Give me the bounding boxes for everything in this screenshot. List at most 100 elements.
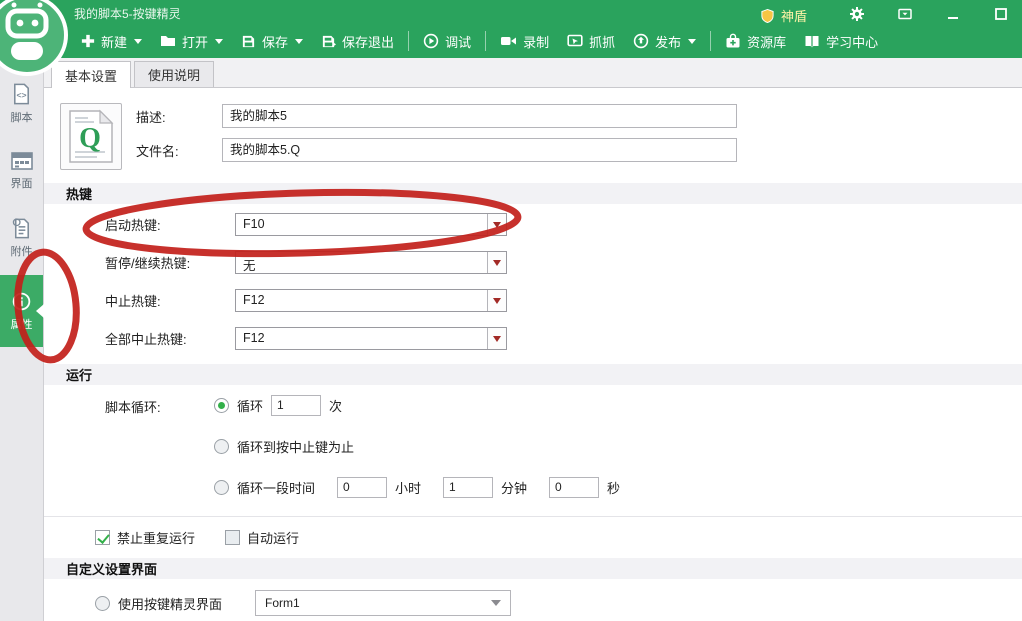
- no-repeat-run-checkbox[interactable]: 禁止重复运行: [95, 528, 195, 547]
- plus-icon: [81, 34, 95, 48]
- maximize-icon[interactable]: [992, 5, 1010, 23]
- titlebar: 我的脚本5-按键精灵 神盾 新建: [0, 0, 1022, 58]
- publish-button[interactable]: 发布: [624, 28, 705, 55]
- book-icon: [804, 34, 820, 49]
- hotkeys-section-header: 热键: [44, 183, 1022, 204]
- toolbar: 新建 打开 保存 保存退出 调试 录制: [72, 26, 1022, 56]
- loop-until-stop-radio[interactable]: [214, 439, 229, 454]
- dropdown-arrow-icon: [487, 252, 506, 273]
- dropdown-arrow-icon: [487, 290, 506, 311]
- settings-gear-icon[interactable]: [848, 5, 866, 23]
- start-hotkey-select[interactable]: F10: [235, 213, 507, 236]
- form-select[interactable]: Form1: [255, 590, 511, 616]
- app-logo-robot-icon: [0, 0, 70, 78]
- minimize-to-tray-icon[interactable]: [896, 5, 914, 23]
- tab-bar: 基本设置 使用说明: [44, 58, 1022, 88]
- hours-label: 小时: [395, 478, 421, 497]
- minimize-icon[interactable]: [944, 5, 962, 23]
- window-grid-icon: [10, 150, 34, 172]
- sidebar-item-attachment[interactable]: 附件: [0, 208, 43, 266]
- chevron-down-icon: [134, 39, 142, 48]
- stop-hotkey-select[interactable]: F12: [235, 289, 507, 312]
- quick-macro-window: 我的脚本5-按键精灵 神盾 新建: [0, 0, 1022, 621]
- publish-icon: [633, 33, 649, 49]
- chevron-down-icon: [491, 600, 501, 611]
- loop-until-stop-label: 循环到按中止键为止: [237, 437, 354, 456]
- q-script-file-icon: Q: [60, 103, 122, 170]
- script-file-icon: <>: [10, 82, 33, 106]
- open-button[interactable]: 打开: [151, 28, 232, 55]
- learning-center-button[interactable]: 学习中心: [795, 28, 887, 55]
- loop-duration-label: 循环一段时间: [237, 478, 315, 497]
- screen-capture-icon: [567, 34, 583, 49]
- stop-hotkey-label: 中止热键:: [105, 291, 235, 310]
- left-sidebar: <> 脚本 界面 附件 属性: [0, 58, 44, 621]
- chevron-down-icon: [215, 39, 223, 48]
- toolbar-separator: [408, 31, 409, 51]
- dropdown-arrow-icon: [487, 214, 506, 235]
- properties-info-icon: [10, 290, 33, 313]
- sidebar-item-script[interactable]: <> 脚本: [0, 74, 43, 132]
- loop-count-radio[interactable]: [214, 398, 229, 413]
- tab-usage-instructions[interactable]: 使用说明: [134, 61, 214, 87]
- autorun-checkbox[interactable]: 自动运行: [225, 528, 299, 547]
- play-circle-icon: [423, 33, 439, 49]
- loop-count-suffix: 次: [329, 396, 342, 415]
- debug-button[interactable]: 调试: [414, 28, 480, 55]
- use-quickmacro-ui-radio[interactable]: [95, 596, 110, 611]
- attachment-file-icon: [10, 216, 33, 240]
- svg-text:Q: Q: [79, 123, 101, 154]
- save-exit-icon: [321, 34, 336, 49]
- description-label: 描述:: [136, 107, 222, 126]
- shield-protection-badge[interactable]: 神盾: [760, 6, 807, 25]
- shield-label: 神盾: [781, 6, 807, 25]
- loop-count-option-label: 循环: [237, 396, 263, 415]
- save-icon: [241, 34, 256, 49]
- save-button[interactable]: 保存: [232, 28, 312, 55]
- start-hotkey-label: 启动热键:: [105, 215, 235, 234]
- shield-icon: [760, 8, 775, 24]
- loop-count-input[interactable]: 1: [271, 395, 321, 416]
- dropdown-arrow-icon: [487, 328, 506, 349]
- pause-resume-hotkey-label: 暂停/继续热键:: [105, 253, 235, 272]
- folder-icon: [160, 34, 176, 48]
- divider: [44, 516, 1022, 517]
- description-input[interactable]: 我的脚本5: [222, 104, 737, 128]
- checked-checkbox-icon: [95, 530, 110, 545]
- run-section-header: 运行: [44, 364, 1022, 385]
- window-title: 我的脚本5-按键精灵: [74, 5, 181, 22]
- basic-settings-panel: Q 描述: 我的脚本5 文件名: 我的脚本5.Q: [44, 88, 1022, 621]
- toolbar-separator: [485, 31, 486, 51]
- pause-resume-hotkey-select[interactable]: 无: [235, 251, 507, 274]
- script-loop-label: 脚本循环:: [105, 393, 214, 499]
- seconds-label: 秒: [607, 478, 620, 497]
- minutes-label: 分钟: [501, 478, 527, 497]
- resource-library-button[interactable]: 资源库: [716, 28, 795, 55]
- library-bag-icon: [725, 33, 741, 49]
- hours-input[interactable]: 0: [337, 477, 387, 498]
- file-info-block: Q 描述: 我的脚本5 文件名: 我的脚本5.Q: [44, 88, 1022, 170]
- window-controls: [848, 5, 1010, 23]
- new-button[interactable]: 新建: [72, 28, 151, 55]
- filename-label: 文件名:: [136, 141, 222, 160]
- sidebar-item-interface[interactable]: 界面: [0, 141, 43, 199]
- svg-text:<>: <>: [16, 89, 26, 99]
- minutes-input[interactable]: 1: [443, 477, 493, 498]
- custom-ui-section-header: 自定义设置界面: [44, 558, 1022, 579]
- stop-all-hotkey-select[interactable]: F12: [235, 327, 507, 350]
- use-quickmacro-ui-label: 使用按键精灵界面: [118, 594, 247, 613]
- sidebar-item-properties[interactable]: 属性: [0, 275, 43, 347]
- capture-button[interactable]: 抓抓: [558, 28, 624, 55]
- record-button[interactable]: 录制: [491, 28, 558, 55]
- no-repeat-run-label: 禁止重复运行: [117, 528, 195, 547]
- autorun-label: 自动运行: [247, 528, 299, 547]
- stop-all-hotkey-label: 全部中止热键:: [105, 329, 235, 348]
- loop-duration-radio[interactable]: [214, 480, 229, 495]
- seconds-input[interactable]: 0: [549, 477, 599, 498]
- filename-input[interactable]: 我的脚本5.Q: [222, 138, 737, 162]
- save-exit-button[interactable]: 保存退出: [312, 28, 403, 55]
- unchecked-checkbox-icon: [225, 530, 240, 545]
- camera-icon: [500, 34, 517, 48]
- toolbar-separator: [710, 31, 711, 51]
- chevron-down-icon: [688, 39, 696, 48]
